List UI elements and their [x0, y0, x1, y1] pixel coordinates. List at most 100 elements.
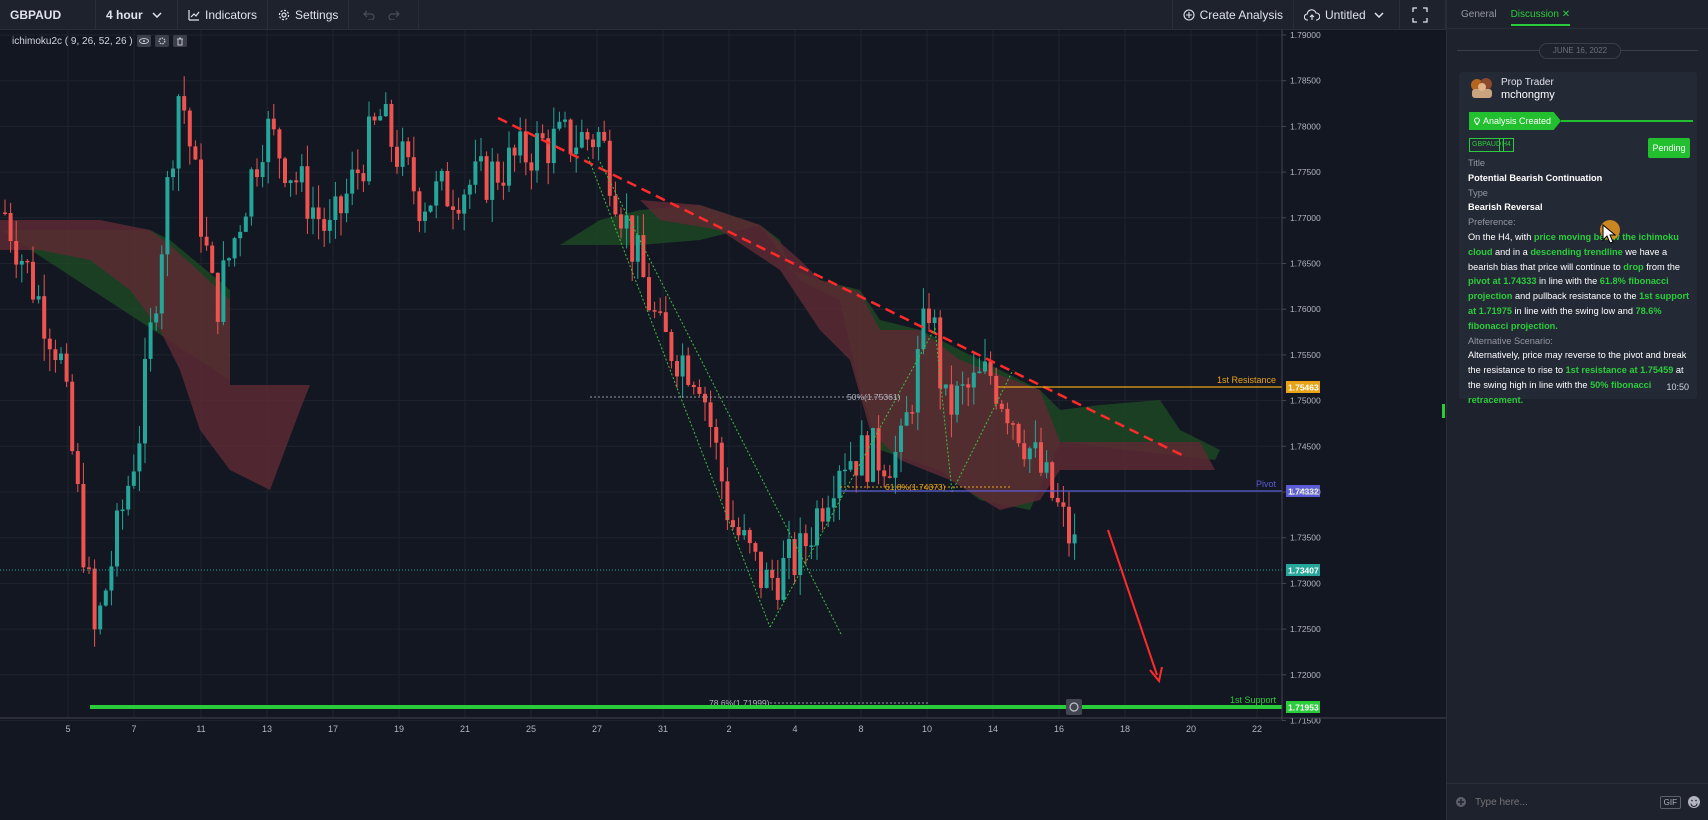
time-tick-label: 20 — [1186, 724, 1196, 734]
price-tick-label: 1.75500 — [1290, 350, 1321, 360]
candle-body — [826, 507, 831, 522]
candle-body — [467, 184, 472, 195]
author-username[interactable]: mchongmy — [1501, 88, 1555, 103]
candle-body — [876, 428, 881, 471]
fib-50-label: 50%(1.75361) — [847, 392, 901, 402]
pending-badge: Pending — [1648, 138, 1690, 158]
avatar — [1471, 78, 1492, 98]
settings-button[interactable]: Settings — [268, 0, 350, 29]
create-analysis-button[interactable]: Create Analysis — [1171, 0, 1294, 29]
chart-toolbar: GBPAUD 4 hour Indicators Settings Create… — [0, 0, 1446, 30]
gif-button[interactable]: GIF — [1659, 795, 1681, 809]
candle-body — [316, 207, 321, 220]
candle-body — [378, 116, 383, 121]
time-tick-label: 16 — [1054, 724, 1064, 734]
time-tick-label: 8 — [858, 724, 863, 734]
candle-body — [719, 442, 724, 482]
candle-body — [652, 310, 657, 312]
layout-selector[interactable]: Untitled — [1294, 0, 1400, 29]
candle-body — [955, 385, 959, 415]
candle-body — [518, 131, 523, 156]
redo-icon[interactable] — [388, 10, 400, 20]
candle-body — [428, 205, 433, 212]
candle-body — [680, 355, 685, 377]
candle-body — [647, 277, 651, 311]
candle-body — [456, 209, 461, 214]
candle-body — [176, 96, 181, 169]
panel-resize-handle[interactable] — [1442, 404, 1445, 418]
plus-circle-icon[interactable] — [1455, 796, 1467, 808]
tab-discussion[interactable]: Discussion ✕ — [1510, 3, 1571, 26]
candle-body — [473, 161, 478, 185]
price-chart[interactable]: 50%(1.75361)61.8%(1.74373)78.6%(1.71999)… — [0, 30, 1446, 820]
candle-body — [512, 147, 517, 156]
candle-body — [691, 384, 696, 388]
price-tick-label: 1.76000 — [1290, 304, 1321, 314]
candle-body — [81, 484, 86, 568]
emoji-icon[interactable] — [1687, 795, 1701, 809]
fullscreen-button[interactable] — [1400, 0, 1446, 29]
candle-body — [1011, 423, 1015, 425]
candle-body — [820, 508, 825, 522]
plus-circle-icon — [1183, 8, 1195, 21]
price-tick-label: 1.76500 — [1290, 259, 1321, 269]
candle-body — [350, 169, 355, 194]
candle-body — [288, 180, 293, 184]
time-tick-label: 22 — [1252, 724, 1262, 734]
candle-body — [787, 539, 791, 558]
tab-general[interactable]: General — [1461, 9, 1497, 20]
undo-redo-group — [349, 0, 420, 29]
candle-body — [271, 118, 276, 130]
candle-body — [417, 191, 422, 222]
candle-body — [658, 311, 663, 313]
price-tick-label: 1.74500 — [1290, 441, 1321, 451]
price-tick-label: 1.79000 — [1290, 30, 1321, 40]
candle-body — [1055, 497, 1060, 503]
candle-body — [507, 147, 511, 186]
candle-body — [971, 372, 976, 388]
price-tick-label: 1.75000 — [1290, 396, 1321, 406]
candle-body — [59, 353, 63, 361]
candle-body — [703, 393, 707, 403]
candle-body — [893, 451, 898, 478]
gear-icon[interactable] — [154, 35, 169, 47]
trash-icon[interactable] — [172, 35, 187, 47]
candle-body — [383, 103, 388, 117]
price-tick-label: 1.72500 — [1290, 624, 1321, 634]
eye-icon[interactable] — [136, 35, 151, 47]
candle-body — [53, 349, 58, 361]
interval-selector[interactable]: 4 hour — [96, 0, 178, 29]
symbol-selector[interactable]: GBPAUD — [0, 0, 96, 29]
candle-body — [994, 375, 999, 404]
status-progress: Analysis Created — [1469, 112, 1693, 130]
candle-body — [809, 545, 814, 547]
candle-body — [887, 476, 892, 478]
candle-body — [484, 156, 489, 200]
close-icon[interactable]: ✕ — [1562, 9, 1570, 20]
indicator-legend: ichimoku2c ( 9, 26, 52, 26 ) — [12, 35, 187, 47]
time-tick-label: 14 — [988, 724, 998, 734]
create-analysis-label: Create Analysis — [1199, 7, 1283, 22]
time-tick-label: 17 — [328, 724, 338, 734]
price-tick-label: 1.71500 — [1290, 716, 1321, 726]
candle-body — [910, 412, 915, 414]
candle-body — [227, 258, 231, 261]
time-tick-label: 27 — [592, 724, 602, 734]
chart-area[interactable]: 50%(1.75361) 61.8%(1.74373) 78.6%(1.71999)… — [0, 30, 1446, 820]
candle-body — [960, 384, 965, 386]
candle-body — [406, 141, 411, 158]
candle-body — [187, 110, 192, 147]
time-tick-label: 4 — [792, 724, 797, 734]
chevron-down-icon — [1374, 11, 1384, 18]
candle-body — [115, 510, 119, 567]
undo-icon[interactable] — [363, 10, 375, 20]
indicators-button[interactable]: Indicators — [178, 0, 269, 29]
candle-body — [686, 355, 691, 385]
candle-body — [31, 261, 35, 300]
message-input[interactable] — [1473, 795, 1660, 809]
type-label: Type — [1468, 187, 1488, 198]
projection-arrow-line — [1107, 529, 1158, 676]
time-tick-label: 5 — [65, 724, 70, 734]
candle-body — [501, 182, 506, 186]
candle-body — [602, 131, 607, 141]
